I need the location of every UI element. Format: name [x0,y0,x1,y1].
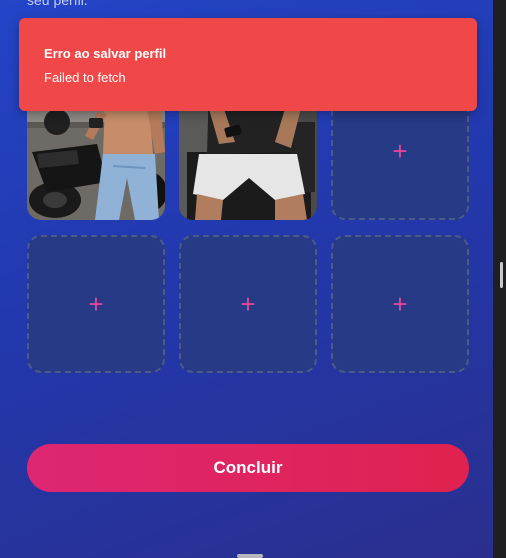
plus-icon: + [240,289,256,319]
add-photo-slot-5[interactable]: + [179,235,317,373]
error-toast[interactable]: Erro ao salvar perfil Failed to fetch [19,18,477,111]
toast-description: Failed to fetch [44,70,126,85]
plus-icon: + [392,136,408,166]
photo-grid: + + + + [27,82,469,373]
page-subtitle: seu perfil. [27,0,88,8]
plus-icon: + [88,289,104,319]
profile-photos-screen: seu perfil. + + + + Concluir Erro ao sal… [0,0,493,558]
scrollbar-thumb[interactable] [500,262,503,288]
add-photo-slot-4[interactable]: + [27,235,165,373]
toast-title: Erro ao salvar perfil [44,46,167,61]
resize-handle[interactable] [237,554,263,558]
conclude-button[interactable]: Concluir [27,444,469,492]
plus-icon: + [392,289,408,319]
add-photo-slot-6[interactable]: + [331,235,469,373]
